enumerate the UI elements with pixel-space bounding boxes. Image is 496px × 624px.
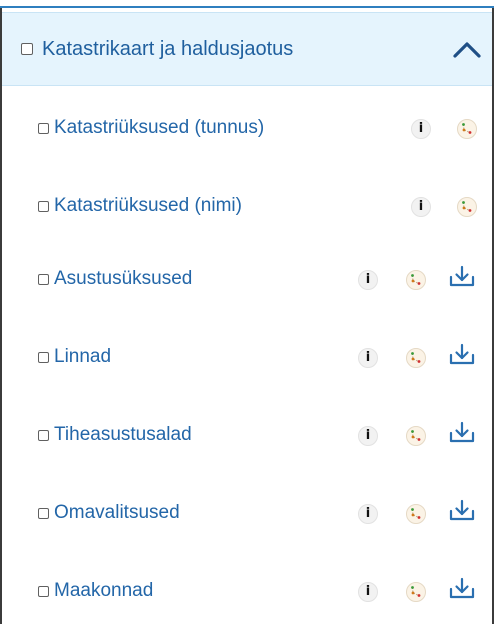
map-preview-icon[interactable]: [405, 425, 427, 447]
layer-row-asustusuksused: Asustusüksused i: [2, 258, 492, 302]
section-checkbox[interactable]: [21, 43, 33, 55]
section-title[interactable]: Katastrikaart ja haldusjaotus: [42, 36, 293, 62]
layer-label[interactable]: Katastriüksused (tunnus): [54, 115, 264, 141]
info-icon[interactable]: i: [358, 348, 378, 368]
download-icon[interactable]: [449, 499, 475, 523]
panel-top-border: [0, 6, 494, 8]
map-preview-icon[interactable]: [456, 196, 478, 218]
layer-checkbox[interactable]: [38, 352, 49, 363]
layer-checkbox[interactable]: [38, 508, 49, 519]
info-icon[interactable]: i: [411, 197, 431, 217]
layer-checkbox[interactable]: [38, 201, 49, 212]
info-icon[interactable]: i: [358, 582, 378, 602]
panel-right-border: [492, 8, 494, 624]
map-preview-icon[interactable]: [405, 269, 427, 291]
download-icon[interactable]: [449, 265, 475, 289]
info-icon[interactable]: i: [358, 426, 378, 446]
layer-checkbox[interactable]: [38, 430, 49, 441]
layer-panel: Katastrikaart ja haldusjaotus Katastriük…: [0, 0, 496, 624]
chevron-up-icon[interactable]: [449, 38, 485, 62]
layer-label[interactable]: Linnad: [54, 344, 111, 370]
download-icon[interactable]: [449, 421, 475, 445]
map-preview-icon[interactable]: [405, 503, 427, 525]
info-icon[interactable]: i: [358, 504, 378, 524]
layer-row-linnad: Linnad i: [2, 336, 492, 380]
layer-row-katastriuksused-tunnus: Katastriüksused (tunnus) i: [2, 107, 492, 151]
download-icon[interactable]: [449, 343, 475, 367]
map-preview-icon[interactable]: [405, 581, 427, 603]
layer-checkbox[interactable]: [38, 274, 49, 285]
layer-row-maakonnad: Maakonnad i: [2, 570, 492, 614]
info-icon[interactable]: i: [411, 119, 431, 139]
layer-label[interactable]: Katastriüksused (nimi): [54, 193, 242, 219]
info-icon[interactable]: i: [358, 270, 378, 290]
layer-label[interactable]: Asustusüksused: [54, 266, 192, 292]
layer-checkbox[interactable]: [38, 586, 49, 597]
map-preview-icon[interactable]: [405, 347, 427, 369]
layer-checkbox[interactable]: [38, 123, 49, 134]
layer-row-katastriuksused-nimi: Katastriüksused (nimi) i: [2, 185, 492, 229]
layer-label[interactable]: Maakonnad: [54, 578, 153, 604]
layer-row-omavalitsused: Omavalitsused i: [2, 492, 492, 536]
map-preview-icon[interactable]: [456, 118, 478, 140]
layer-label[interactable]: Omavalitsused: [54, 500, 180, 526]
download-icon[interactable]: [449, 577, 475, 601]
layer-label[interactable]: Tiheasustusalad: [54, 422, 192, 448]
layer-row-tiheasustusalad: Tiheasustusalad i: [2, 414, 492, 458]
section-header[interactable]: Katastrikaart ja haldusjaotus: [2, 12, 492, 86]
